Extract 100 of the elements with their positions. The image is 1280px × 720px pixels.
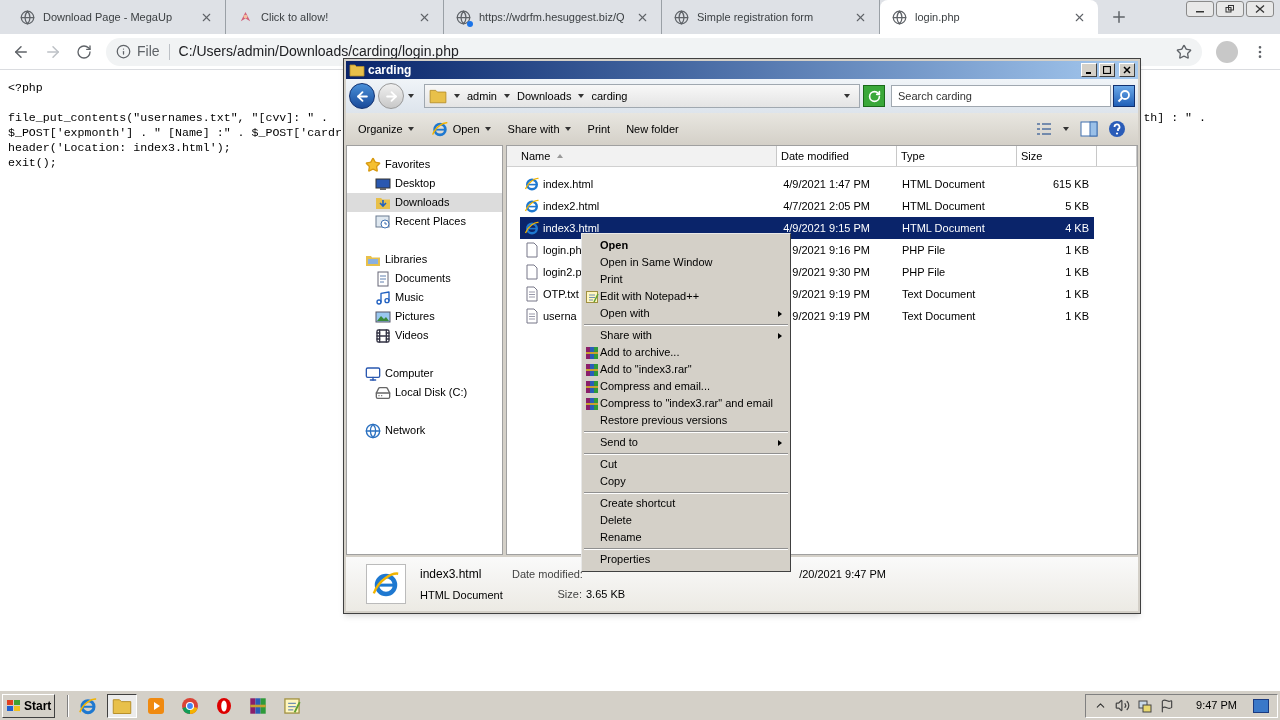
tab-title: https://wdrfm.hesuggest.biz/Q [479, 9, 626, 25]
browser-tab[interactable]: Click to allow! [226, 0, 444, 34]
toolbar-button[interactable]: Organize [352, 117, 421, 141]
menu-item[interactable]: Open [584, 237, 788, 254]
file-name[interactable]: userna [543, 307, 577, 325]
file-name[interactable]: login.ph [543, 241, 582, 259]
toolbar-button[interactable]: New folder [620, 117, 685, 141]
nav-item[interactable]: Videos [347, 326, 502, 345]
menu-item[interactable]: Cut [584, 456, 788, 473]
show-desktop-button[interactable] [1253, 698, 1269, 713]
browser-tab[interactable]: Download Page - MegaUp [8, 0, 226, 34]
breadcrumb-item[interactable]: carding [591, 87, 628, 105]
new-tab-icon[interactable] [1110, 8, 1128, 26]
menu-item[interactable]: Add to archive... [584, 344, 788, 361]
nav-item[interactable]: Local Disk (C:) [347, 383, 502, 402]
menu-item[interactable]: Add to "index3.rar" [584, 361, 788, 378]
menu-item[interactable]: Open with [584, 305, 788, 322]
speaker-icon[interactable] [1115, 698, 1131, 713]
refresh-button[interactable] [863, 85, 885, 107]
nav-item[interactable]: Computer [347, 364, 502, 383]
menu-item[interactable]: Open in Same Window [584, 254, 788, 271]
search-button[interactable] [1113, 85, 1135, 107]
network-status-icon[interactable] [1138, 698, 1153, 713]
menu-item[interactable]: Print [584, 271, 788, 288]
breadcrumb-item[interactable]: Downloads [516, 87, 572, 105]
close-icon [1123, 66, 1131, 74]
code-line: th] : " . [1143, 109, 1206, 126]
back-button[interactable] [349, 83, 375, 109]
menu-item[interactable]: Compress and email... [584, 378, 788, 395]
file-size: 1 KB [1064, 264, 1089, 280]
menu-item[interactable]: Delete [584, 512, 788, 529]
nav-item[interactable]: Music [347, 288, 502, 307]
web-document-icon [371, 569, 401, 599]
menu-item[interactable]: Edit with Notepad++ [584, 288, 788, 305]
nav-item[interactable]: Desktop [347, 174, 502, 193]
web-document-icon [524, 198, 540, 214]
maximize-button[interactable] [1099, 63, 1115, 77]
menu-item[interactable]: Create shortcut [584, 495, 788, 512]
opera-icon [215, 696, 234, 715]
search-field[interactable]: Search carding [891, 85, 1111, 107]
details-file-name: index3.html [420, 565, 483, 583]
info-icon[interactable] [116, 44, 131, 59]
nav-item[interactable]: Downloads [347, 193, 502, 212]
blank-file-icon [524, 264, 540, 280]
menu-item[interactable]: Compress to "index3.rar" and email [584, 395, 788, 412]
nav-item[interactable]: Recent Places [347, 212, 502, 231]
column-header[interactable]: Size [1017, 146, 1097, 166]
breadcrumb-bar[interactable]: admin Downloads carding [424, 84, 860, 108]
menu-item[interactable]: Rename [584, 529, 788, 546]
tab-title: login.php [915, 9, 961, 25]
restore-button[interactable] [1216, 1, 1244, 17]
code-line: <?php [8, 79, 43, 96]
nav-item[interactable]: Pictures [347, 307, 502, 326]
file-size: 4 KB [1064, 220, 1089, 236]
browser-icon [78, 695, 99, 716]
reload-icon[interactable] [76, 43, 92, 60]
restore-icon [1225, 5, 1235, 13]
action-center-icon[interactable] [1160, 698, 1175, 713]
nav-item[interactable]: Favorites [347, 155, 502, 174]
bookmark-icon[interactable] [1176, 43, 1192, 60]
file-type: PHP File [901, 264, 947, 280]
file-name[interactable]: OTP.txt [543, 285, 579, 303]
file-name[interactable]: index.html [543, 175, 594, 193]
preview-pane-icon[interactable] [1080, 121, 1098, 137]
documents-icon [375, 270, 391, 287]
views-icon[interactable] [1036, 122, 1052, 136]
toolbar-button[interactable]: Open [424, 117, 498, 141]
computer-icon [365, 365, 381, 382]
file-row[interactable]: index3.html 4/9/2021 9:15 PM HTML Document 4 KB [520, 217, 1094, 239]
file-name[interactable]: index3.html [543, 219, 600, 237]
browser-tab[interactable]: login.php [880, 0, 1098, 34]
start-button[interactable]: Start [2, 693, 56, 718]
file-name[interactable]: login2.p [543, 263, 582, 281]
toolbar-button[interactable]: Print [581, 117, 617, 141]
help-icon[interactable] [1108, 120, 1126, 138]
column-header[interactable]: Type [897, 146, 1017, 166]
taskbar-app[interactable] [107, 693, 138, 718]
menu-item[interactable]: Restore previous versions [584, 412, 788, 429]
browser-tab[interactable]: https://wdrfm.hesuggest.biz/Q [444, 0, 662, 34]
close-button[interactable] [1246, 1, 1274, 17]
menu-item[interactable]: Send to [584, 434, 788, 451]
nav-item[interactable]: Libraries [347, 250, 502, 269]
file-size: 615 KB [1051, 176, 1089, 192]
file-date: 4/7/2021 2:05 PM [783, 198, 870, 214]
nav-item[interactable]: Network [347, 421, 502, 440]
column-header[interactable]: Date modified [777, 146, 897, 166]
detail-value: 3.65 KB [586, 587, 626, 602]
column-header[interactable]: Name [507, 146, 777, 166]
file-size: 1 KB [1064, 286, 1089, 302]
file-type: Text Document [901, 286, 977, 302]
tab-title: Simple registration form [697, 9, 815, 25]
nav-item[interactable]: Documents [347, 269, 502, 288]
file-name[interactable]: index2.html [543, 197, 600, 215]
toolbar-button[interactable]: Share with [501, 117, 578, 141]
menu-item[interactable]: Copy [584, 473, 788, 490]
file-date: 4/9/2021 9:15 PM [783, 220, 870, 236]
menu-item[interactable]: Properties [584, 551, 788, 568]
menu-item[interactable]: Share with [584, 327, 788, 344]
breadcrumb-item[interactable]: admin [467, 87, 497, 105]
caret-icon [406, 125, 415, 133]
